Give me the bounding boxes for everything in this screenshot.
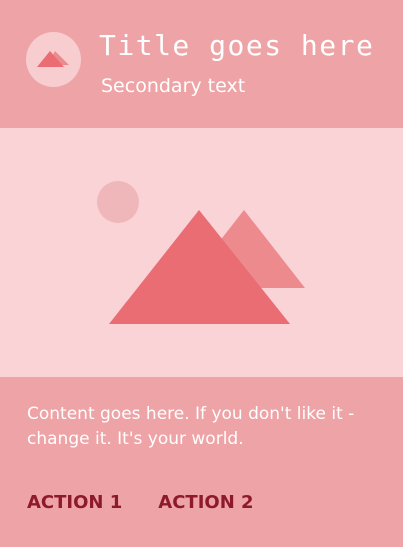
card-title: Title goes here [99,29,375,62]
card-body-text: Content goes here. If you don't like it … [27,404,355,449]
media-area [0,128,403,377]
card-header: Title goes here Secondary text [0,0,403,128]
mountain-landscape-icon [97,181,305,324]
card: Title goes here Secondary text Content g… [0,0,403,547]
action-2-button[interactable]: ACTION 2 [158,491,253,515]
action-1-button[interactable]: ACTION 1 [27,491,122,515]
card-content: Content goes here. If you don't like it … [0,377,403,547]
card-subtitle: Secondary text [101,75,246,97]
card-actions: ACTION 1 ACTION 2 [27,491,254,515]
sun-icon [97,181,139,223]
mountain-icon [37,51,69,67]
avatar [26,32,81,87]
